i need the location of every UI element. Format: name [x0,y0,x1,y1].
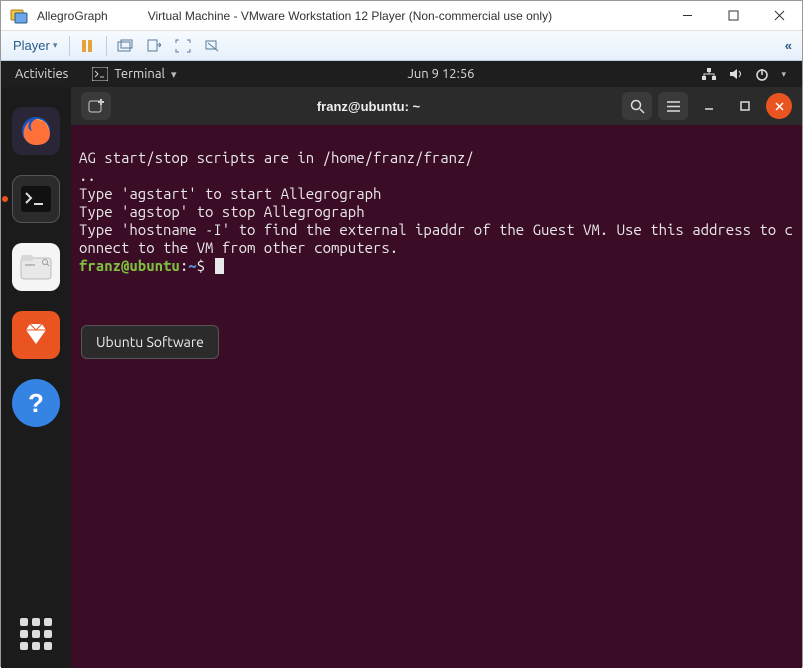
terminal-header-bar: franz@ubuntu: ~ [71,87,802,125]
app-menu[interactable]: Terminal ▾ [82,67,186,81]
new-tab-button[interactable] [81,92,111,120]
close-button[interactable] [756,1,802,31]
dock-item-help[interactable]: ? [12,379,60,427]
chevron-down-icon: ▾ [781,69,786,80]
terminal-cursor [215,258,224,274]
dock-item-firefox[interactable] [12,107,60,155]
windows-title-bar: AllegroGraph Virtual Machine - VMware Wo… [1,1,802,31]
terminal-title: franz@ubuntu: ~ [121,99,616,114]
send-ctrl-alt-del-icon[interactable] [111,34,139,58]
hamburger-menu-button[interactable] [658,92,688,120]
gnome-top-bar: Activities Terminal ▾ Jun 9 12:56 ▾ [1,61,802,87]
activities-button[interactable]: Activities [1,67,82,81]
terminal-line: Type 'agstart' to start Allegrograph [79,185,381,202]
pause-button[interactable] [74,34,100,58]
terminal-output[interactable]: AG start/stop scripts are in /home/franz… [71,125,802,299]
prompt-user: franz@ubuntu [79,257,180,274]
terminal-line: Type 'hostname -I' to find the external … [79,221,793,256]
dock-item-terminal[interactable] [12,175,60,223]
dock-item-files[interactable] [12,243,60,291]
search-button[interactable] [622,92,652,120]
vmware-app-icon [7,4,31,28]
chevron-down-icon: ▾ [171,68,177,81]
maximize-button[interactable] [710,1,756,31]
dock-item-software[interactable] [12,311,60,359]
show-applications-button[interactable] [20,618,52,650]
terminal-small-icon [92,67,108,81]
terminal-line: .. [79,167,96,184]
unity-icon[interactable] [199,34,227,58]
window-close-button[interactable] [766,93,792,119]
clock[interactable]: Jun 9 12:56 [186,67,695,81]
minimize-button[interactable] [664,1,710,31]
system-status-area[interactable]: ▾ [695,67,802,81]
prompt-path: ~ [188,257,196,274]
vmware-toolbar: Player « [1,31,802,61]
terminal-line: AG start/stop scripts are in /home/franz… [79,149,474,166]
player-menu[interactable]: Player [7,34,63,58]
network-icon [701,67,717,81]
window-app-name: AllegroGraph [37,9,108,23]
terminal-line: Type 'agstop' to stop Allegrograph [79,203,365,220]
workspace: franz@ubuntu: ~ AG start/stop scripts ar… [71,87,802,668]
fullscreen-icon[interactable] [169,34,197,58]
desktop-area: ? franz@ubuntu: ~ [1,87,802,668]
prompt-symbol: $ [197,257,205,274]
collapse-chevron-icon[interactable]: « [785,38,796,53]
power-icon [755,67,769,81]
window-maximize-button[interactable] [730,92,760,120]
snap-icon[interactable] [141,34,167,58]
dock: ? [1,87,71,668]
app-menu-label: Terminal [114,67,165,81]
dock-tooltip: Ubuntu Software [81,325,219,359]
window-minimize-button[interactable] [694,92,724,120]
volume-icon [729,67,743,81]
window-subtitle: Virtual Machine - VMware Workstation 12 … [148,9,552,23]
